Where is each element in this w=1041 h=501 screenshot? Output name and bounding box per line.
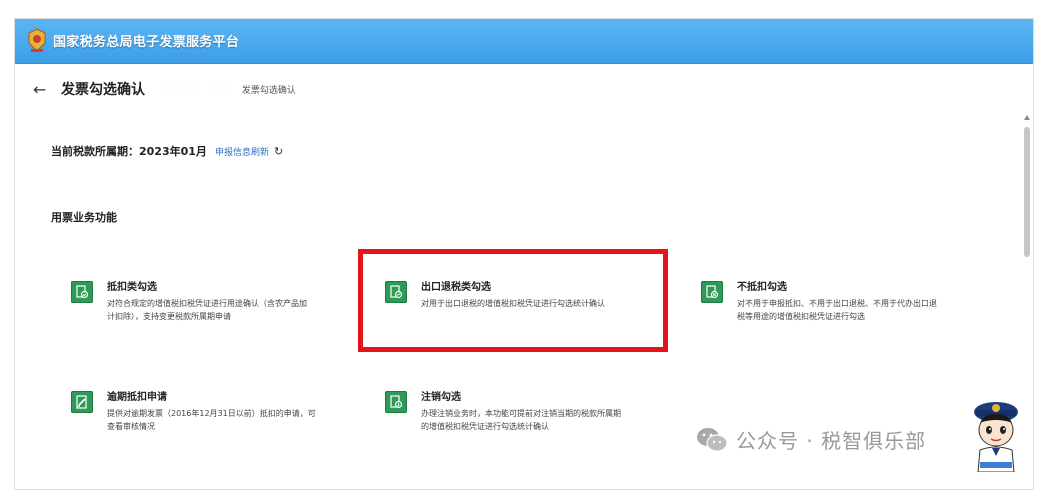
scrollbar-thumb[interactable] xyxy=(1024,127,1030,257)
refresh-declaration-link[interactable]: 申报信息刷新 xyxy=(215,145,269,158)
watermark: 公众号 · 税智俱乐部 xyxy=(696,425,926,454)
wechat-icon xyxy=(697,427,728,452)
breadcrumb: ← 发票勾选确认 · · · · · · · · 发票勾选确认 xyxy=(33,79,296,99)
card-desc: 提供对逾期发票（2016年12月31日以前）抵扣的申请，可 查看审核情况 xyxy=(107,409,316,431)
invoice-check-icon xyxy=(71,281,93,303)
watermark-text: 公众号 · 税智俱乐部 xyxy=(736,429,927,453)
card-desc: 对符合规定的增值税扣税凭证进行用途确认（含农产品加 计扣除），支持变更税款所属期申… xyxy=(107,299,307,321)
page-title: 发票勾选确认 xyxy=(61,82,145,98)
no-deduct-icon xyxy=(701,281,723,303)
card-title: 注销勾选 xyxy=(421,392,461,403)
app-window: 国家税务总局电子发票服务平台 ← 发票勾选确认 · · · · · · · · … xyxy=(14,18,1034,490)
card-title: 不抵扣勾选 xyxy=(737,282,787,293)
scroll-up-arrow-icon[interactable] xyxy=(1024,115,1030,120)
card-title: 逾期抵扣申请 xyxy=(107,392,167,403)
back-arrow-icon[interactable]: ← xyxy=(33,80,51,99)
cancel-select-icon xyxy=(385,391,407,413)
tax-emblem-icon xyxy=(28,28,46,52)
card-desc: 办理注销业务时，本功能可提前对注销当期的税款所属期 的增值税扣税凭证进行勾选统计确… xyxy=(421,409,621,431)
overdue-apply-icon xyxy=(71,391,93,413)
app-title: 国家税务总局电子发票服务平台 xyxy=(53,35,240,50)
breadcrumb-current: 发票勾选确认 xyxy=(241,85,296,96)
card-cancel-select[interactable]: 注销勾选 办理注销业务时，本功能可提前对注销当期的税款所属期 的增值税扣税凭证进行… xyxy=(385,391,655,433)
card-no-deduct-select[interactable]: 不抵扣勾选 对不用于申报抵扣、不用于出口退税、不用于代办出口退 税等用途的增值税扣… xyxy=(701,281,981,323)
breadcrumb-parent-blurred: · · · · · · · · xyxy=(159,84,232,94)
card-overdue-deduction-apply[interactable]: 逾期抵扣申请 提供对逾期发票（2016年12月31日以前）抵扣的申请，可 查看审核… xyxy=(71,391,339,433)
tax-period-label: 当前税款所属期：2023年01月 xyxy=(51,145,207,158)
card-title: 抵扣类勾选 xyxy=(107,282,157,293)
tax-officer-mascot-icon xyxy=(974,402,1018,472)
refresh-icon[interactable]: ↻ xyxy=(274,145,283,158)
card-deduction-select[interactable]: 抵扣类勾选 对符合规定的增值税扣税凭证进行用途确认（含农产品加 计扣除），支持变更… xyxy=(71,281,339,323)
highlight-box xyxy=(358,249,668,352)
card-desc: 对不用于申报抵扣、不用于出口退税、不用于代办出口退 税等用途的增值税扣税凭证进行勾… xyxy=(737,299,937,321)
section-title: 用票业务功能 xyxy=(51,211,117,224)
top-header-bar: 国家税务总局电子发票服务平台 xyxy=(15,19,1033,64)
tax-period-row: 当前税款所属期：2023年01月 申报信息刷新 ↻ xyxy=(51,143,283,159)
